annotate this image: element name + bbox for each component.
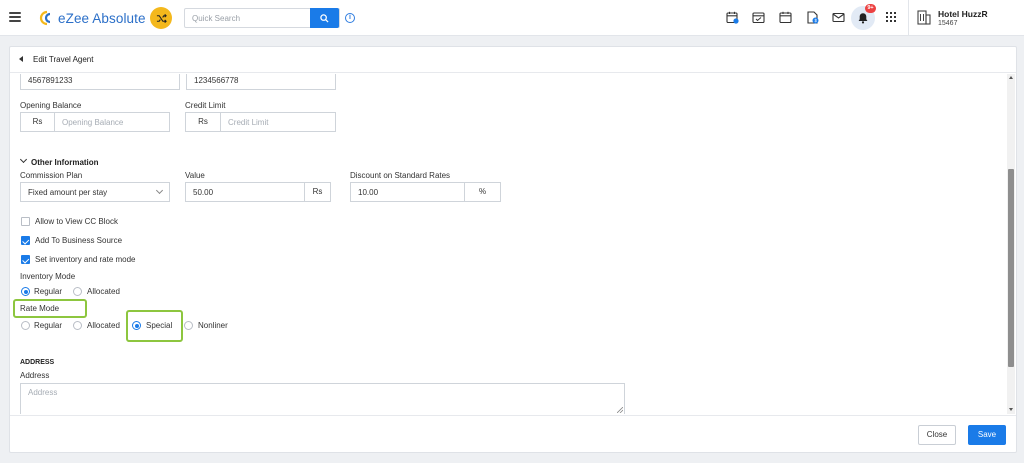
address-heading: ADDRESS xyxy=(20,359,55,366)
search-button[interactable] xyxy=(310,8,339,28)
calendar-grid-icon[interactable] xyxy=(779,11,792,24)
mobile-value: 1234566778 xyxy=(194,76,239,85)
rate-mode-nonliner-label: Nonliner xyxy=(198,321,228,330)
panel-footer: Close Save xyxy=(10,415,1016,453)
credit-limit-label: Credit Limit xyxy=(185,101,226,110)
phone-field[interactable]: 4567891233 xyxy=(20,74,180,90)
credit-limit-field[interactable]: Rs Credit Limit xyxy=(185,112,336,132)
set-inventory-rate-mode-label: Set inventory and rate mode xyxy=(35,255,136,264)
hotel-id: 15467 xyxy=(938,20,958,27)
credit-limit-placeholder: Credit Limit xyxy=(228,118,269,127)
mobile-field[interactable]: 1234566778 xyxy=(186,74,336,90)
edit-travel-agent-panel: Edit Travel Agent 4567891233 1234566778 … xyxy=(9,46,1017,453)
commission-plan-value: Fixed amount per stay xyxy=(28,188,108,197)
add-to-business-source-label: Add To Business Source xyxy=(35,236,123,245)
commission-plan-select[interactable]: Fixed amount per stay xyxy=(20,182,170,202)
value-label: Value xyxy=(185,171,205,180)
rate-mode-special-label: Special xyxy=(146,321,173,330)
rate-mode-special-radio[interactable] xyxy=(132,321,141,330)
scroll-up-arrow-icon[interactable] xyxy=(1009,76,1013,79)
shuffle-button[interactable] xyxy=(150,7,172,29)
opening-balance-field[interactable]: Rs Opening Balance xyxy=(20,112,170,132)
add-to-business-source-checkbox[interactable] xyxy=(21,236,30,245)
document-icon[interactable]: $ xyxy=(806,11,819,24)
discount-label: Discount on Standard Rates xyxy=(350,171,451,180)
rate-mode-label: Rate Mode xyxy=(20,304,60,313)
inventory-mode-allocated-label: Allocated xyxy=(87,287,120,296)
back-arrow-icon[interactable] xyxy=(19,56,23,62)
discount-unit: % xyxy=(464,183,500,201)
credit-limit-currency: Rs xyxy=(186,113,221,131)
panel-header: Edit Travel Agent xyxy=(10,47,1016,73)
opening-balance-currency: Rs xyxy=(21,113,55,131)
value-value: 50.00 xyxy=(193,188,214,197)
save-button[interactable]: Save xyxy=(968,425,1006,445)
inventory-mode-regular-label: Regular xyxy=(34,287,63,296)
hotel-building-icon xyxy=(917,10,931,25)
other-information-heading[interactable]: Other Information xyxy=(31,158,99,167)
mail-icon[interactable] xyxy=(832,11,845,24)
topbar-divider xyxy=(908,0,909,36)
commission-plan-label: Commission Plan xyxy=(20,171,83,180)
bell-icon xyxy=(858,13,868,24)
value-field[interactable]: 50.00 Rs xyxy=(185,182,331,202)
phone-value: 4567891233 xyxy=(28,76,73,85)
chevron-down-icon xyxy=(155,186,164,195)
search-input[interactable] xyxy=(185,9,312,27)
rate-mode-regular-radio[interactable] xyxy=(21,321,30,330)
address-textarea[interactable]: Address xyxy=(20,383,625,414)
address-placeholder: Address xyxy=(28,388,58,397)
info-icon[interactable]: i xyxy=(345,13,355,23)
set-inventory-rate-mode-checkbox[interactable] xyxy=(21,255,30,264)
scrollbar-thumb[interactable] xyxy=(1008,169,1014,367)
inventory-mode-allocated-radio[interactable] xyxy=(73,287,82,296)
panel-title: Edit Travel Agent xyxy=(33,55,94,64)
address-label: Address xyxy=(20,371,50,380)
logo-text: eZee Absolute xyxy=(58,10,146,26)
inventory-mode-label: Inventory Mode xyxy=(20,272,76,281)
reservation-icon[interactable] xyxy=(752,11,765,24)
calendar-icon[interactable] xyxy=(726,11,739,24)
search-icon xyxy=(320,13,329,23)
rate-mode-nonliner-radio[interactable] xyxy=(184,321,193,330)
apps-grid-icon[interactable] xyxy=(886,12,896,22)
rate-mode-regular-label: Regular xyxy=(34,321,63,330)
top-bar: eZee Absolute i $ xyxy=(0,0,1024,36)
inventory-mode-regular-radio[interactable] xyxy=(21,287,30,296)
close-button[interactable]: Close xyxy=(918,425,956,445)
notification-badge: 9+ xyxy=(865,4,876,13)
opening-balance-placeholder: Opening Balance xyxy=(62,118,124,127)
quick-search xyxy=(184,8,340,28)
rate-mode-allocated-label: Allocated xyxy=(87,321,120,330)
allow-cc-block-checkbox[interactable] xyxy=(21,217,30,226)
rate-mode-allocated-radio[interactable] xyxy=(73,321,82,330)
resize-grip-icon[interactable] xyxy=(617,407,623,413)
opening-balance-label: Opening Balance xyxy=(20,101,82,110)
discount-field[interactable]: 10.00 % xyxy=(350,182,501,202)
app-logo[interactable]: eZee Absolute xyxy=(39,9,146,27)
logo-mark-icon xyxy=(39,10,51,26)
collapse-chevron-icon[interactable] xyxy=(19,155,28,164)
hotel-name[interactable]: Hotel HuzzR xyxy=(938,9,988,19)
form-scroll-area[interactable]: 4567891233 1234566778 Opening Balance Rs… xyxy=(10,74,1016,414)
shuffle-icon xyxy=(156,13,167,23)
scroll-down-arrow-icon[interactable] xyxy=(1009,408,1013,411)
menu-icon[interactable] xyxy=(9,12,21,22)
discount-value: 10.00 xyxy=(358,188,379,197)
value-unit: Rs xyxy=(304,183,330,201)
allow-cc-block-label: Allow to View CC Block xyxy=(35,217,118,226)
